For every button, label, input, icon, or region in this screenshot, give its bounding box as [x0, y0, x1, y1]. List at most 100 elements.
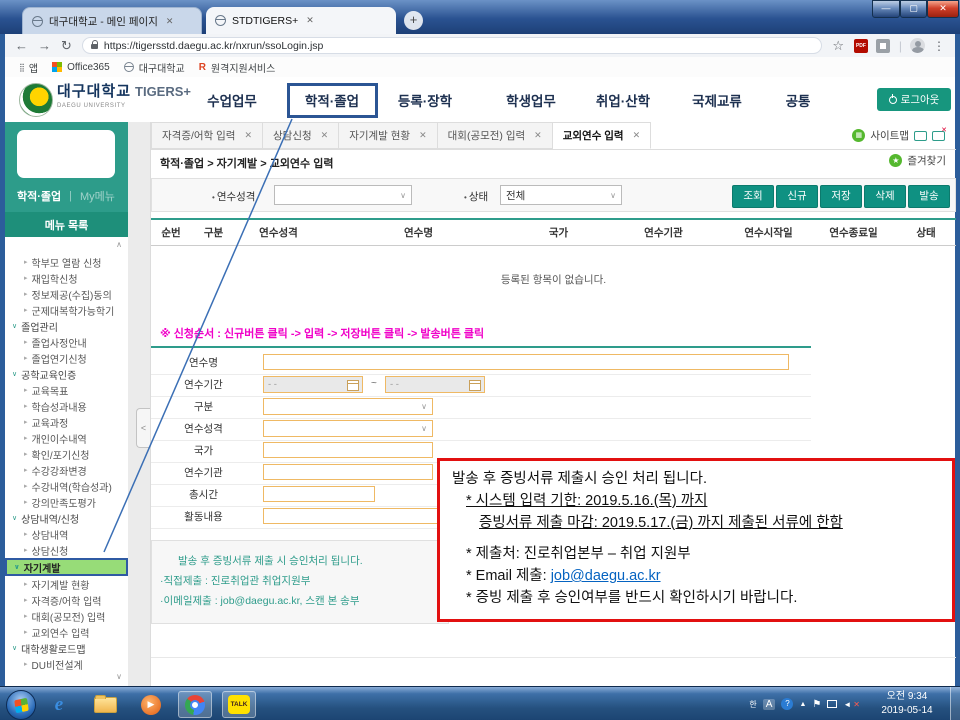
content-tab[interactable]: 교외연수 입력✕ — [553, 122, 651, 149]
calendar-icon[interactable] — [469, 380, 481, 391]
taskbar-clock[interactable]: 오전 9:34 2019-05-14 — [868, 690, 946, 718]
close-icon[interactable]: ✕ — [166, 16, 174, 27]
nav-item-common[interactable]: 공통 — [750, 90, 846, 110]
forward-icon[interactable]: → — [38, 38, 51, 53]
search-button[interactable]: 조회 — [732, 185, 774, 208]
window-close-icon[interactable] — [932, 131, 945, 141]
start-date-input[interactable]: - - — [263, 376, 363, 393]
ie-taskbar-button[interactable]: e — [42, 691, 76, 718]
training-type-filter-select[interactable]: ∨ — [274, 185, 412, 205]
sidebar-section[interactable]: ∨대학생활로드맵 — [5, 640, 128, 656]
browser-tab-2[interactable]: STDTIGERS+ ✕ — [206, 7, 396, 34]
window-restore-icon[interactable] — [914, 131, 927, 141]
network-icon[interactable] — [827, 700, 837, 708]
status-filter-select[interactable]: 전체∨ — [500, 185, 622, 205]
close-icon[interactable]: ✕ — [534, 130, 542, 141]
sidebar-section[interactable]: ∨상담내역/신청 — [5, 510, 128, 526]
bookmark-office365[interactable]: Office365 — [52, 62, 110, 73]
nav-item-classes[interactable]: 수업업무 — [184, 90, 280, 110]
ime-korean-icon[interactable]: 한 — [749, 699, 756, 710]
sidebar-section[interactable]: ∨졸업관리 — [5, 318, 128, 334]
show-hidden-icons[interactable]: ▲ — [799, 701, 806, 708]
sidebar-item[interactable]: ▸상담내역 — [5, 526, 128, 542]
bookmark-star-icon[interactable]: ☆ — [832, 38, 844, 54]
start-button[interactable] — [6, 690, 36, 720]
scroll-down-icon[interactable]: ∨ — [116, 672, 122, 681]
close-icon[interactable]: ✕ — [633, 130, 641, 141]
menu-dots-icon[interactable]: ⋮ — [933, 39, 945, 53]
media-player-taskbar-button[interactable]: ▶ — [134, 691, 168, 718]
sidebar-item[interactable]: ▸졸업사정안내 — [5, 334, 128, 350]
bookmark-remote-support[interactable]: R 원격지원서비스 — [199, 60, 276, 75]
total-hours-input[interactable] — [263, 486, 375, 502]
sidebar-item[interactable]: ▸학습성과내용 — [5, 398, 128, 414]
sitemap-group[interactable]: ▦ 사이트맵 — [852, 128, 945, 143]
sidebar-item[interactable]: ▸교육목표 — [5, 382, 128, 398]
volume-icon[interactable]: ◄ — [843, 700, 851, 709]
address-bar[interactable]: https://tigersstd.daegu.ac.kr/nxrun/ssoL… — [82, 37, 822, 54]
calendar-icon[interactable] — [347, 380, 359, 391]
bookmark-daegu-univ[interactable]: 대구대학교 — [124, 60, 185, 75]
sidebar-item[interactable]: ▸대회(공모전) 입력 — [5, 608, 128, 624]
save-button[interactable]: 저장 — [820, 185, 862, 208]
country-input[interactable] — [263, 442, 433, 458]
maximize-button[interactable]: ▢ — [900, 0, 927, 18]
minimize-button[interactable]: — — [872, 0, 900, 18]
category-select[interactable]: ∨ — [263, 398, 433, 415]
sidebar-tab-mymenu[interactable]: My메뉴 — [80, 188, 115, 204]
show-desktop-button[interactable] — [950, 687, 960, 720]
sidebar-item[interactable]: ▸개인이수내역 — [5, 430, 128, 446]
sidebar-item[interactable]: ▸수강내역(학습성과) — [5, 478, 128, 494]
nav-item-registration-scholarship[interactable]: 등록·장학 — [377, 90, 473, 110]
pdf-extension-icon[interactable]: PDF — [854, 39, 868, 53]
browser-tab-1[interactable]: 대구대학교 - 메인 페이지 ✕ — [22, 7, 202, 34]
training-name-input[interactable] — [263, 354, 789, 370]
delete-button[interactable]: 삭제 — [864, 185, 906, 208]
sidebar-item[interactable]: ▸상담신청 — [5, 542, 128, 558]
sidebar-item[interactable]: ▸교외연수 입력 — [5, 624, 128, 640]
favorites-button[interactable]: ★ 즐겨찾기 — [889, 153, 946, 168]
sidebar-item[interactable]: ▸확인/포기신청 — [5, 446, 128, 462]
sidebar-item[interactable]: ▸정보제공(수집)동의 — [5, 286, 128, 302]
content-tab[interactable]: 자격증/어학 입력✕ — [151, 122, 263, 149]
sidebar-item[interactable]: ▸학부모 열람 신청 — [5, 254, 128, 270]
sidebar-collapse-handle[interactable]: < — [136, 408, 150, 448]
nav-item-student-affairs[interactable]: 학생업무 — [483, 90, 579, 110]
help-icon[interactable]: ? — [781, 698, 793, 710]
sidebar-item[interactable]: ▸자격증/어학 입력 — [5, 592, 128, 608]
training-type-select[interactable]: ∨ — [263, 420, 433, 437]
sidebar-item[interactable]: ▸재입학신청 — [5, 270, 128, 286]
sidebar-item-self-development[interactable]: ∨자기계발 — [5, 558, 128, 576]
sidebar-item[interactable]: ▸강의만족도평가 — [5, 494, 128, 510]
logout-button[interactable]: 로그아웃 — [877, 88, 951, 111]
scroll-up-icon[interactable]: ∧ — [116, 240, 122, 249]
institution-input[interactable] — [263, 464, 433, 480]
sidebar-item[interactable]: ▸수강강좌변경 — [5, 462, 128, 478]
end-date-input[interactable]: - - — [385, 376, 485, 393]
bookmark-apps[interactable]: ⣿ 앱 — [19, 60, 38, 75]
close-button[interactable]: ✕ — [927, 0, 959, 18]
nav-item-employment[interactable]: 취업·산학 — [575, 90, 671, 110]
sidebar-item[interactable]: ▸자기계발 현황 — [5, 576, 128, 592]
profile-icon[interactable] — [910, 38, 925, 53]
chrome-taskbar-button[interactable] — [178, 691, 212, 718]
ime-english-icon[interactable]: A — [763, 699, 776, 710]
back-icon[interactable]: ← — [15, 38, 28, 53]
explorer-taskbar-button[interactable] — [88, 691, 122, 718]
sidebar-section[interactable]: ∨공학교육인증 — [5, 366, 128, 382]
content-tab[interactable]: 자기계발 현황✕ — [339, 122, 437, 149]
kakaotalk-taskbar-button[interactable]: TALK — [222, 691, 256, 718]
close-icon[interactable]: ✕ — [306, 15, 314, 26]
sidebar-item[interactable]: ▸군제대복학가능학기 — [5, 302, 128, 318]
sidebar-item[interactable]: ▸교육과정 — [5, 414, 128, 430]
sidebar-item[interactable]: ▸졸업연기신청 — [5, 350, 128, 366]
sidebar-tab-records[interactable]: 학적·졸업 — [17, 188, 61, 204]
email-link[interactable]: job@daegu.ac.kr — [551, 568, 661, 584]
content-tab[interactable]: 대회(공모전) 입력✕ — [438, 122, 553, 149]
action-center-flag-icon[interactable]: ⚑ — [812, 699, 821, 710]
close-icon[interactable]: ✕ — [321, 130, 329, 141]
extension-icon[interactable] — [876, 39, 890, 53]
content-tab[interactable]: 상담신청✕ — [263, 122, 339, 149]
close-icon[interactable]: ✕ — [419, 130, 427, 141]
new-tab-button[interactable]: + — [404, 11, 423, 30]
